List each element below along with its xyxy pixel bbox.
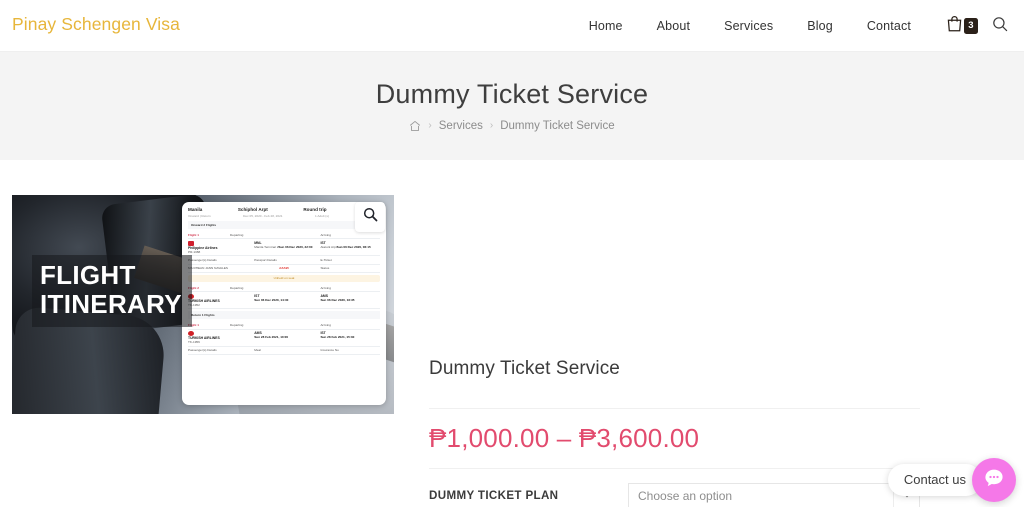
itinerary-pax: 1 Adult (s): [314, 214, 329, 218]
shopping-bag-icon: [947, 15, 962, 37]
itinerary-flight-label: Flight 1: [188, 232, 199, 237]
gallery-overlay-caption: FLIGHT ITINERARY: [32, 255, 192, 328]
itinerary-col-arriving: Arriving: [320, 285, 331, 290]
breadcrumb-item-current: Dummy Ticket Service: [500, 119, 615, 132]
chat-bubble-icon: [982, 466, 1006, 495]
home-icon: [409, 120, 421, 132]
breadcrumb-separator: ›: [489, 120, 494, 132]
itinerary-passenger-header: Passenger(s) Details: [188, 257, 217, 262]
itinerary-status-label: Status: [320, 266, 330, 271]
itinerary-arr-time: Sun 06 Dec 2020, 06:15: [336, 244, 371, 249]
itinerary-col-departing: Departing: [229, 322, 244, 327]
select-value-dummy-ticket-plan: Choose an option: [638, 488, 733, 503]
itinerary-passenger-col-insurance: Insurance No: [320, 348, 339, 353]
itinerary-passenger-header: Passenger(s) Details: [188, 348, 217, 353]
itinerary-dep-terminal: Manila Terminal 2: [254, 244, 279, 249]
product-variations: DUMMY TICKET PLAN Choose an option DELIV…: [429, 469, 920, 507]
itinerary-flight-no: TK-1956: [188, 340, 200, 345]
nav-item-contact[interactable]: Contact: [850, 19, 928, 33]
itinerary-trip-type: Round trip: [303, 207, 327, 212]
itinerary-destination: Schiphol Arpt: [237, 207, 268, 212]
magnifier-icon: [363, 207, 378, 227]
main-navigation: Home About Services Blog Contact: [572, 0, 928, 51]
variation-label-dummy-ticket-plan: DUMMY TICKET PLAN: [429, 489, 559, 502]
itinerary-arr-time: Sun 06 Dec 2020, 16:35: [320, 297, 355, 302]
itinerary-dep-time: Sun 28 Feb 2021, 10:00: [254, 335, 289, 340]
itinerary-col-departing: Departing: [229, 285, 244, 290]
breadcrumb: › Services › Dummy Ticket Service: [409, 119, 615, 132]
itinerary-onward-label: Onward: [191, 223, 203, 227]
chat-widget: Contact us: [887, 458, 1016, 502]
product-section: Manila Schiphol Arpt Round trip FMNPH309…: [0, 160, 1024, 507]
search-icon: [992, 16, 1008, 37]
itinerary-pax-status: AZA95: [279, 266, 289, 271]
site-header: Pinay Schengen Visa Home About Services …: [0, 0, 1024, 51]
itinerary-return-count: 1 Flights: [201, 313, 215, 318]
select-dummy-ticket-plan[interactable]: Choose an option: [628, 482, 920, 507]
itinerary-arr-time: Sun 28 Feb 2021, 15:30: [320, 335, 355, 340]
nav-item-about[interactable]: About: [640, 19, 707, 33]
gallery-zoom-button[interactable]: [355, 202, 385, 232]
page-title: Dummy Ticket Service: [375, 79, 649, 110]
chat-open-button[interactable]: [972, 458, 1016, 502]
itinerary-dep-time: Sun 06 Dec 2020, 22:00: [278, 244, 313, 249]
product-title: Dummy Ticket Service: [429, 358, 620, 379]
product-summary: Dummy Ticket Service ₱1,000.00 – ₱3,600.…: [429, 358, 920, 507]
itinerary-passenger-col-eticket: E-Ticket: [320, 257, 332, 262]
nav-item-home[interactable]: Home: [572, 19, 640, 33]
search-toggle-button[interactable]: [991, 16, 1009, 37]
nav-item-blog[interactable]: Blog: [790, 19, 850, 33]
itinerary-return-label: Return: [191, 313, 201, 318]
itinerary-col-arriving: Arriving: [320, 322, 331, 327]
gallery-overlay-line1: FLIGHT: [40, 260, 136, 290]
itinerary-passenger-col-passport: Passport Details: [254, 257, 277, 262]
site-logo[interactable]: Pinay Schengen Visa: [12, 14, 180, 35]
itinerary-flight-no: PR-1388: [188, 249, 201, 254]
breadcrumb-item-services[interactable]: Services: [439, 120, 483, 132]
cart-link[interactable]: 3: [947, 15, 978, 37]
breadcrumb-home-link[interactable]: [409, 120, 421, 132]
itinerary-hold-notice: Unheld on seat: [188, 274, 380, 282]
itinerary-arr-terminal: Ataturk Arpt: [320, 244, 337, 249]
itinerary-pax-name: MS RHEAN JANN NAVALES: [188, 266, 228, 271]
breadcrumb-separator: ›: [428, 120, 432, 132]
itinerary-col-departing: Departing: [229, 232, 244, 237]
itinerary-trip-mode: Onward | Return: [188, 214, 211, 218]
itinerary-origin: Manila: [188, 207, 203, 212]
variation-row-dummy-ticket-plan: DUMMY TICKET PLAN Choose an option: [429, 469, 920, 507]
itinerary-dates: Dec 05, 2020 - Feb 28, 2021: [243, 214, 283, 218]
itinerary-onward-count: 2 Flights: [203, 223, 217, 227]
gallery-overlay-line2: ITINERARY: [40, 289, 182, 320]
itinerary-col-arriving: Arriving: [320, 232, 331, 237]
product-price: ₱1,000.00 – ₱3,600.00: [429, 423, 700, 453]
itinerary-passenger-col-passport: Meal: [254, 348, 261, 353]
nav-item-services[interactable]: Services: [707, 19, 790, 33]
page-title-band: Dummy Ticket Service › Services › Dummy …: [0, 51, 1024, 160]
itinerary-dep-time: Sun 06 Dec 2020, 14:40: [254, 297, 289, 302]
chat-tooltip[interactable]: Contact us: [887, 464, 982, 496]
product-gallery[interactable]: Manila Schiphol Arpt Round trip FMNPH309…: [12, 195, 394, 414]
cart-count-badge: 3: [963, 17, 978, 35]
itinerary-card-mock: Manila Schiphol Arpt Round trip FMNPH309…: [182, 202, 386, 405]
